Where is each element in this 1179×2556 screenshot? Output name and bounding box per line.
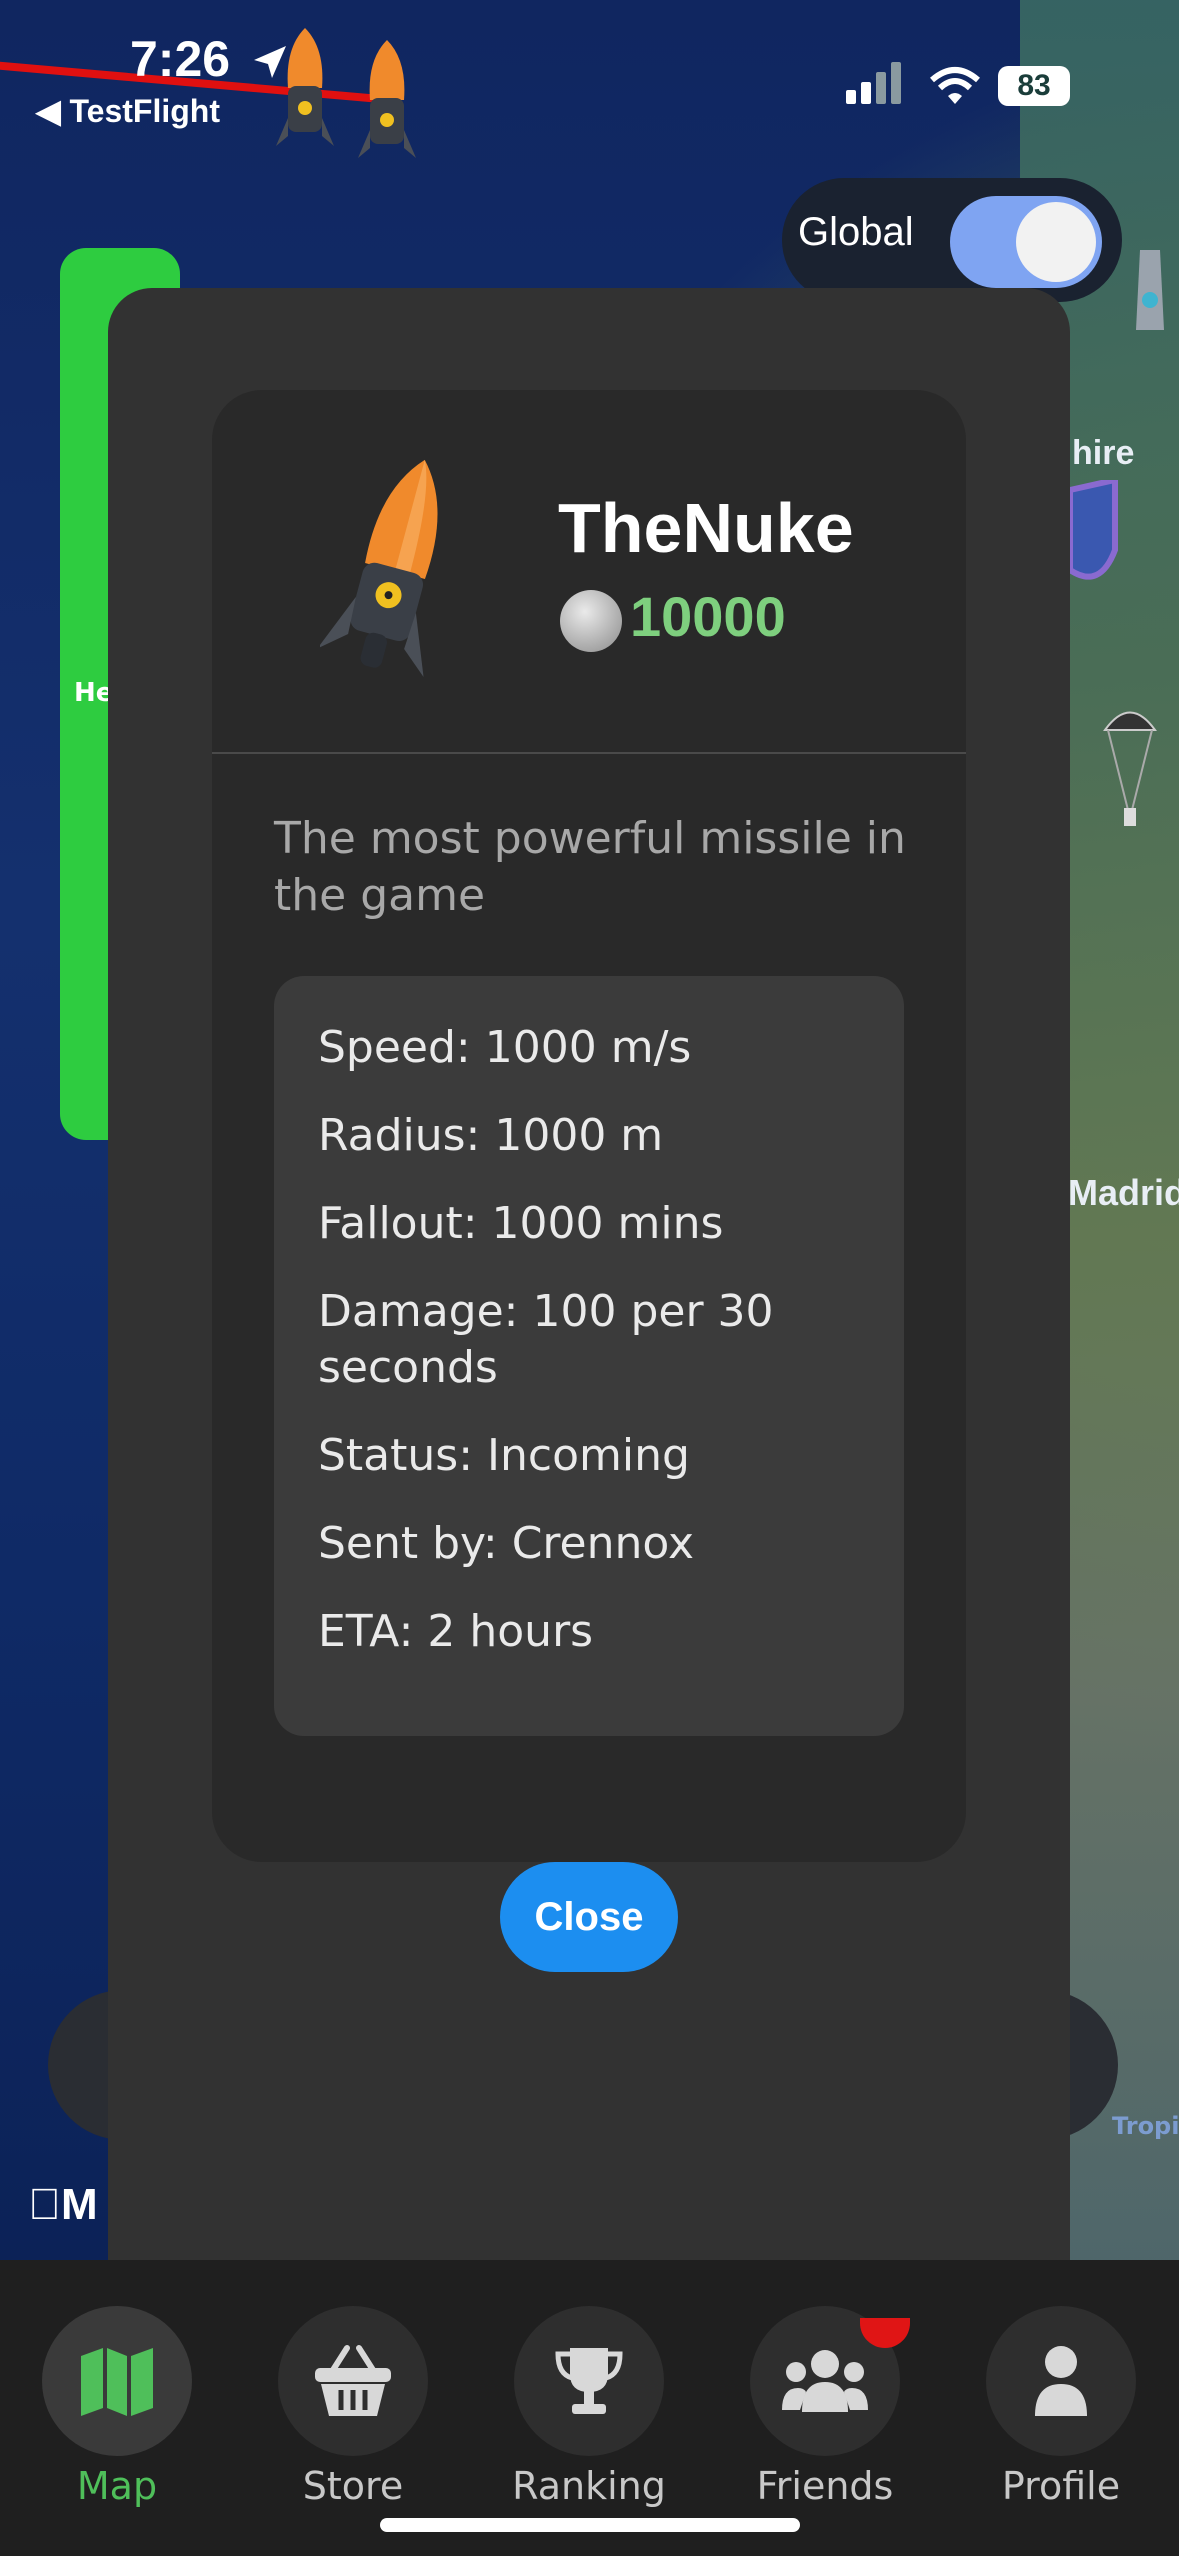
tab-ranking[interactable]	[514, 2306, 664, 2456]
stat-radius: Radius: 1000 m	[318, 1110, 664, 1161]
stat-speed: Speed: 1000 m/s	[318, 1022, 692, 1073]
map-label-tropic: Tropi	[1112, 2112, 1179, 2140]
missile-name: TheNuke	[558, 489, 854, 567]
tab-store[interactable]	[278, 2306, 428, 2456]
stat-fallout: Fallout: 1000 mins	[318, 1198, 724, 1249]
stat-damage: Damage: 100 per 30 seconds	[318, 1286, 774, 1393]
rocket-marker-icon[interactable]	[352, 40, 422, 180]
stat-sent-by: Sent by: Crennox	[318, 1518, 694, 1569]
status-bar: 7:26 ◀ TestFlight 83	[0, 0, 1179, 158]
missile-price: 10000	[630, 585, 786, 648]
back-triangle-icon: ◀	[36, 93, 70, 129]
rocket-marker-icon[interactable]	[270, 28, 340, 168]
map-label-shire: hire	[1072, 434, 1135, 472]
tab-label-profile[interactable]: Profile	[961, 2464, 1161, 2508]
nuke-missile-icon	[320, 459, 438, 677]
map-label-madrid: Madrid	[1068, 1172, 1179, 1213]
stat-eta: ETA: 2 hours	[318, 1606, 594, 1657]
switch-knob	[1016, 202, 1096, 282]
tab-label-friends[interactable]: Friends	[725, 2464, 925, 2508]
wifi-icon	[930, 67, 980, 104]
maps-attribution[interactable]: M	[28, 2180, 98, 2230]
parachute-icon[interactable]	[1100, 700, 1160, 840]
map-icon	[81, 2348, 153, 2416]
coin-icon	[560, 590, 622, 652]
person-icon	[1035, 2346, 1087, 2416]
status-time: 7:26	[130, 31, 231, 87]
global-toggle-label: Global	[798, 210, 914, 254]
tab-map[interactable]	[42, 2306, 192, 2456]
tab-label-ranking[interactable]: Ranking	[489, 2464, 689, 2508]
battery-indicator: 83	[998, 66, 1070, 106]
card-divider	[212, 752, 966, 754]
users-icon	[782, 2350, 868, 2412]
stat-status: Status: Incoming	[318, 1430, 690, 1481]
tab-label-store[interactable]: Store	[253, 2464, 453, 2508]
back-to-testflight[interactable]: ◀ TestFlight	[36, 92, 220, 130]
missile-description: The most powerful missile in the game	[274, 813, 906, 921]
trophy-icon	[555, 2348, 623, 2414]
apple-icon: 	[28, 2180, 61, 2229]
cellular-signal-icon	[846, 62, 901, 104]
basket-icon	[315, 2345, 391, 2416]
tab-profile[interactable]	[986, 2306, 1136, 2456]
home-indicator	[380, 2518, 800, 2532]
rocket-marker-icon[interactable]	[1120, 240, 1179, 370]
tab-label-map[interactable]: Map	[17, 2464, 217, 2508]
global-switch[interactable]	[950, 196, 1102, 288]
close-button[interactable]: Close	[500, 1862, 678, 1972]
